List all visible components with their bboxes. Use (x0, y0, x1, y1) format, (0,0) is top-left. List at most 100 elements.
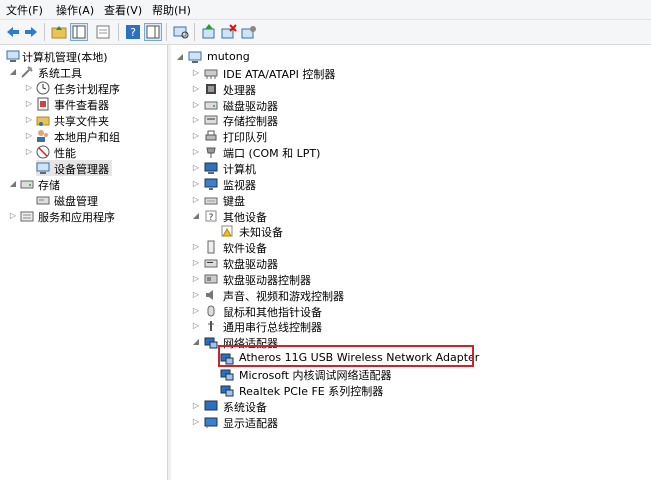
device-category[interactable]: ▷ 打印队列 (171, 128, 651, 144)
tree-item-label: 系统设备 (223, 400, 267, 414)
list-view-icon[interactable] (94, 23, 112, 41)
tree-item-services-apps[interactable]: ▷ 服务和应用程序 (0, 208, 167, 224)
clock-icon (36, 81, 50, 95)
tree-item-label: Realtek PCIe FE 系列控制器 (239, 384, 384, 398)
show-tree-icon[interactable] (70, 23, 88, 41)
forward-icon[interactable] (22, 23, 40, 41)
tree-item-device-manager[interactable]: 设备管理器 (36, 160, 112, 176)
expand-arrow-icon[interactable]: ▷ (191, 401, 201, 411)
expand-arrow-icon[interactable]: ▷ (191, 242, 201, 252)
expand-arrow-icon[interactable]: ▷ (24, 131, 34, 141)
device-category-display[interactable]: ▷ 显示适配器 (171, 414, 651, 430)
device-category[interactable]: ▷ 磁盘驱动器 (171, 97, 651, 113)
tree-item-shared-folders[interactable]: ▷ 共享文件夹 (0, 112, 167, 128)
network-adapter-item[interactable]: Realtek PCIe FE 系列控制器 (171, 382, 651, 398)
device-category[interactable]: ▷ 软盘驱动器控制器 (171, 271, 651, 287)
tree-item-local-users[interactable]: ▷ 本地用户和组 (0, 128, 167, 144)
uninstall-icon[interactable] (220, 23, 238, 41)
expand-arrow-icon[interactable]: ▷ (191, 179, 201, 189)
tree-root-computer[interactable]: ◢ mutong (171, 49, 651, 65)
action-pane-icon[interactable] (144, 23, 162, 41)
menu-view[interactable]: 查看(V) (104, 2, 142, 18)
device-category-other[interactable]: ◢? 其他设备 (171, 208, 651, 224)
tree-item-label: 打印队列 (223, 131, 267, 145)
device-category[interactable]: ▷ 键盘 (171, 192, 651, 208)
storage-controller-icon (204, 113, 218, 127)
expand-arrow-icon[interactable]: ▷ (191, 115, 201, 125)
expand-arrow-icon[interactable]: ▷ (191, 100, 201, 110)
back-icon[interactable] (4, 23, 22, 41)
device-item-unknown[interactable]: 未知设备 (171, 223, 651, 239)
floppy-drive-icon (204, 256, 218, 270)
expand-arrow-icon[interactable]: ▷ (24, 147, 34, 157)
menu-file[interactable]: 文件(F) (6, 2, 43, 18)
event-viewer-icon (36, 97, 50, 111)
menu-action[interactable]: 操作(A) (56, 2, 94, 18)
collapse-arrow-icon[interactable]: ◢ (8, 179, 18, 189)
tree-item-label: 软盘驱动器控制器 (223, 273, 311, 287)
computer-icon (204, 161, 218, 175)
device-category[interactable]: ▷ 端口 (COM 和 LPT) (171, 144, 651, 160)
device-category[interactable]: ▷ 计算机 (171, 160, 651, 176)
disable-device-icon[interactable] (240, 23, 258, 41)
expand-arrow-icon[interactable]: ▷ (191, 147, 201, 157)
device-category[interactable]: ▷ 处理器 (171, 81, 651, 97)
pc-root-icon (188, 50, 202, 64)
collapse-arrow-icon[interactable]: ◢ (175, 52, 185, 62)
monitor-icon (204, 177, 218, 191)
device-category[interactable]: ▷ 通用串行总线控制器 (171, 318, 651, 334)
device-category[interactable]: ▷ 软盘驱动器 (171, 255, 651, 271)
tree-item-performance[interactable]: ▷ 性能 (0, 144, 167, 160)
device-category[interactable]: ▷ 声音、视频和游戏控制器 (171, 287, 651, 303)
collapse-arrow-icon[interactable]: ◢ (191, 337, 201, 347)
expand-arrow-icon[interactable]: ▷ (24, 115, 34, 125)
tree-item-label: mutong (207, 50, 250, 63)
device-category-system[interactable]: ▷ 系统设备 (171, 398, 651, 414)
tree-item-computer-management[interactable]: 计算机管理(本地) (0, 48, 167, 64)
expand-arrow-icon[interactable]: ▷ (191, 195, 201, 205)
help-icon[interactable]: ? (124, 23, 142, 41)
scan-hardware-icon[interactable] (172, 23, 190, 41)
toolbar: ? (0, 20, 651, 45)
update-driver-icon[interactable] (200, 23, 218, 41)
tree-item-event-viewer[interactable]: ▷ 事件查看器 (0, 96, 167, 112)
menu-help[interactable]: 帮助(H) (152, 2, 191, 18)
expand-arrow-icon[interactable]: ▷ (191, 84, 201, 94)
system-devices-icon (204, 399, 218, 413)
expand-arrow-icon[interactable]: ▷ (191, 258, 201, 268)
expand-arrow-icon[interactable]: ▷ (8, 211, 18, 221)
tree-item-storage[interactable]: ◢ 存储 (0, 176, 167, 192)
expand-arrow-icon[interactable]: ▷ (191, 321, 201, 331)
device-category[interactable]: ▷ 监视器 (171, 176, 651, 192)
device-category[interactable]: ▷ 软件设备 (171, 239, 651, 255)
expand-arrow-icon[interactable]: ▷ (191, 68, 201, 78)
device-category[interactable]: ▷ 鼠标和其他指针设备 (171, 303, 651, 319)
expand-arrow-icon[interactable]: ▷ (191, 417, 201, 427)
tree-item-task-scheduler[interactable]: ▷ 任务计划程序 (0, 80, 167, 96)
printer-icon (204, 129, 218, 143)
tree-item-label: 键盘 (223, 194, 245, 208)
collapse-arrow-icon[interactable]: ◢ (191, 211, 201, 221)
device-category[interactable]: ▷ IDE ATA/ATAPI 控制器 (171, 65, 651, 81)
svg-text:?: ? (209, 213, 214, 223)
computer-management-icon (6, 49, 20, 63)
tree-item-label: Microsoft 内核调试网络适配器 (239, 369, 392, 382)
tree-item-system-tools[interactable]: ◢ 系统工具 (0, 64, 167, 80)
expand-arrow-icon[interactable]: ▷ (191, 163, 201, 173)
expand-arrow-icon[interactable]: ▷ (191, 274, 201, 284)
expand-arrow-icon[interactable]: ▷ (191, 131, 201, 141)
up-folder-icon[interactable] (50, 23, 68, 41)
expand-arrow-icon[interactable]: ▷ (24, 99, 34, 109)
expand-arrow-icon[interactable]: ▷ (191, 290, 201, 300)
ide-controller-icon (204, 66, 218, 80)
mouse-icon (204, 304, 218, 318)
network-icon (220, 367, 234, 381)
expand-arrow-icon[interactable]: ▷ (191, 306, 201, 316)
network-adapter-item[interactable]: Microsoft 内核调试网络适配器 (171, 366, 651, 382)
tree-item-label: 端口 (COM 和 LPT) (223, 147, 321, 161)
disk-management-icon (36, 193, 50, 207)
device-category[interactable]: ▷ 存储控制器 (171, 112, 651, 128)
collapse-arrow-icon[interactable]: ◢ (8, 67, 18, 77)
expand-arrow-icon[interactable]: ▷ (24, 83, 34, 93)
tree-item-disk-management[interactable]: 磁盘管理 (0, 192, 167, 208)
